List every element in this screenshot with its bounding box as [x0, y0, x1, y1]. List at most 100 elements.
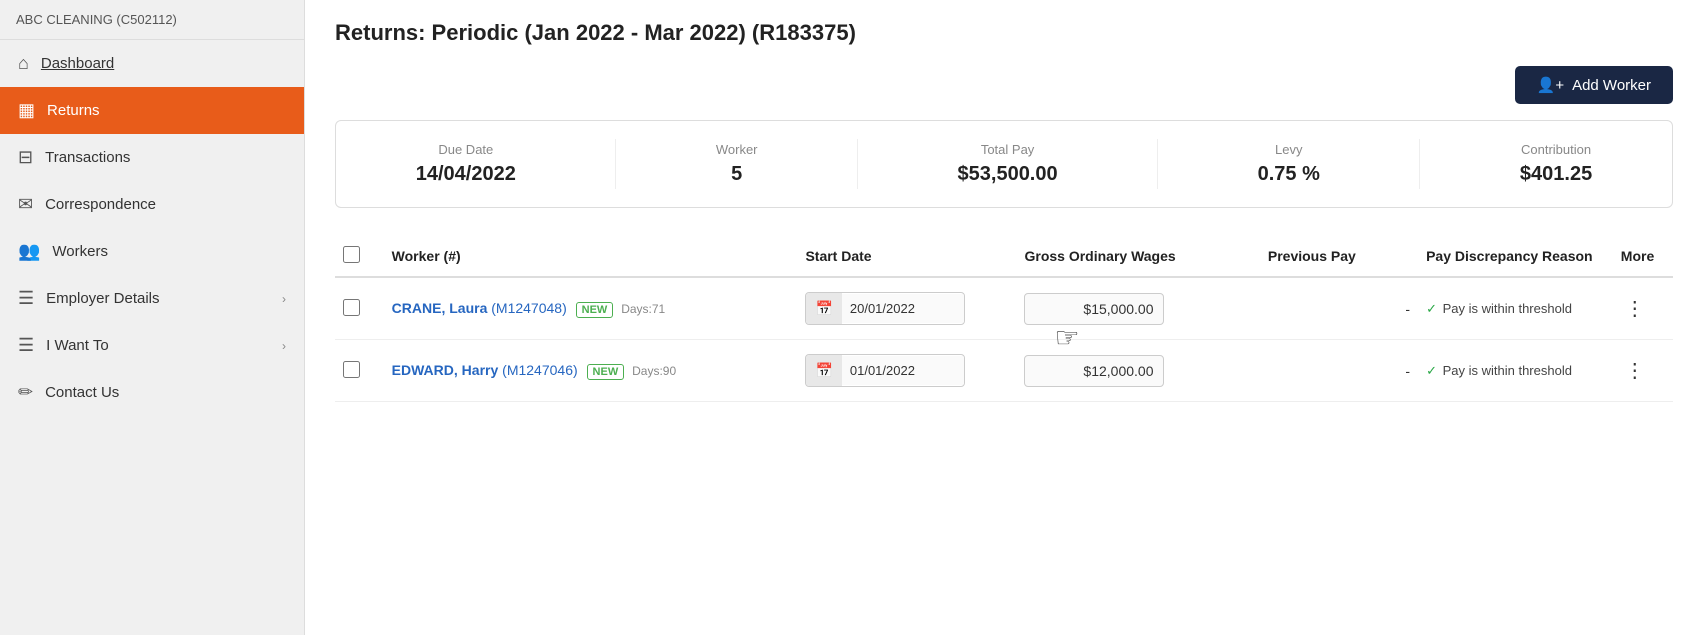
- returns-icon: ▦: [18, 100, 35, 121]
- checkmark-icon: ✓: [1426, 363, 1437, 378]
- total-pay-label: Total Pay: [958, 142, 1058, 157]
- th-prevpay: Previous Pay: [1260, 236, 1418, 277]
- sidebar-item-transactions[interactable]: ⊟ Transactions: [0, 134, 304, 181]
- page-title: Returns: Periodic (Jan 2022 - Mar 2022) …: [335, 20, 1673, 46]
- table-row: CRANE, Laura (M1247048) NEW Days:71 📅 20…: [335, 277, 1673, 340]
- summary-total-pay: Total Pay $53,500.00: [958, 142, 1058, 186]
- contact-us-icon: ✏: [18, 382, 33, 403]
- i-want-to-icon: ☰: [18, 335, 34, 356]
- summary-due-date: Due Date 14/04/2022: [416, 142, 516, 186]
- total-pay-value: $53,500.00: [958, 163, 1058, 186]
- th-more: More: [1613, 236, 1673, 277]
- add-worker-button[interactable]: 👤+ Add Worker: [1515, 66, 1673, 104]
- new-badge: NEW: [587, 364, 625, 380]
- sidebar: ABC CLEANING (C502112) ⌂ Dashboard ▦ Ret…: [0, 0, 305, 635]
- calendar-button[interactable]: 📅: [806, 355, 841, 386]
- days-label: Days:71: [621, 302, 665, 316]
- transactions-icon: ⊟: [18, 147, 33, 168]
- worker-label: Worker: [716, 142, 758, 157]
- sidebar-item-contact-us[interactable]: ✏ Contact Us: [0, 369, 304, 416]
- th-worker: Worker (#): [384, 236, 798, 277]
- discrepancy-text: Pay is within threshold: [1443, 301, 1572, 316]
- sidebar-item-employer-details[interactable]: ☰ Employer Details ›: [0, 275, 304, 322]
- sidebar-item-label: Contact Us: [45, 384, 286, 401]
- summary-divider-4: [1419, 139, 1420, 189]
- row-startdate-cell: 📅 20/01/2022: [797, 277, 1016, 340]
- sidebar-item-label: Employer Details: [46, 290, 270, 307]
- summary-divider-2: [857, 139, 858, 189]
- worker-value: 5: [716, 163, 758, 186]
- row-startdate-cell: 📅 01/01/2022: [797, 340, 1016, 402]
- select-all-checkbox[interactable]: [343, 246, 360, 263]
- worker-table: Worker (#) Start Date Gross Ordinary Wag…: [335, 236, 1673, 402]
- chevron-right-icon: ›: [282, 292, 286, 306]
- summary-card: Due Date 14/04/2022 Worker 5 Total Pay $…: [335, 120, 1673, 208]
- checkmark-icon: ✓: [1426, 301, 1437, 316]
- more-options-button[interactable]: ⋮: [1621, 292, 1649, 325]
- row-discrepancy-cell: ✓ Pay is within threshold: [1418, 340, 1613, 402]
- row-more-cell: ⋮: [1613, 277, 1673, 340]
- row-prevpay-cell: -: [1260, 340, 1418, 402]
- worker-id: (M1247048): [491, 300, 567, 316]
- date-value: 01/01/2022: [842, 356, 965, 385]
- row-worker-cell: EDWARD, Harry (M1247046) NEW Days:90: [384, 340, 798, 402]
- due-date-label: Due Date: [416, 142, 516, 157]
- contribution-value: $401.25: [1520, 163, 1592, 186]
- correspondence-icon: ✉: [18, 194, 33, 215]
- row-prevpay-cell: -: [1260, 277, 1418, 340]
- sidebar-item-workers[interactable]: 👥 Workers: [0, 228, 304, 275]
- due-date-value: 14/04/2022: [416, 163, 516, 186]
- row-wages-cell: [1016, 340, 1259, 402]
- more-options-button[interactable]: ⋮: [1621, 354, 1649, 387]
- worker-id: (M1247046): [502, 362, 578, 378]
- th-discrepancy: Pay Discrepancy Reason: [1418, 236, 1613, 277]
- row-checkbox[interactable]: [343, 299, 360, 316]
- row-checkbox-cell: [335, 277, 384, 340]
- summary-levy: Levy 0.75 %: [1258, 142, 1320, 186]
- new-badge: NEW: [576, 302, 614, 318]
- sidebar-item-returns[interactable]: ▦ Returns: [0, 87, 304, 134]
- date-input-group: 📅 01/01/2022: [805, 354, 965, 387]
- summary-divider-1: [615, 139, 616, 189]
- date-input-group: 📅 20/01/2022: [805, 292, 965, 325]
- row-worker-cell: CRANE, Laura (M1247048) NEW Days:71: [384, 277, 798, 340]
- pay-discrepancy: ✓ Pay is within threshold: [1426, 363, 1605, 379]
- summary-worker: Worker 5: [716, 142, 758, 186]
- pay-discrepancy: ✓ Pay is within threshold: [1426, 301, 1605, 317]
- worker-name[interactable]: EDWARD, Harry: [392, 362, 499, 378]
- add-worker-label: Add Worker: [1572, 77, 1651, 94]
- levy-label: Levy: [1258, 142, 1320, 157]
- sidebar-item-i-want-to[interactable]: ☰ I Want To ›: [0, 322, 304, 369]
- row-checkbox[interactable]: [343, 361, 360, 378]
- company-name: ABC CLEANING (C502112): [0, 0, 304, 40]
- date-value: 20/01/2022: [842, 294, 965, 323]
- row-checkbox-cell: [335, 340, 384, 402]
- row-more-cell: ⋮: [1613, 340, 1673, 402]
- sidebar-item-correspondence[interactable]: ✉ Correspondence: [0, 181, 304, 228]
- prev-pay-value: -: [1405, 301, 1410, 317]
- wages-input[interactable]: [1024, 293, 1164, 325]
- summary-divider-3: [1157, 139, 1158, 189]
- chevron-right-icon: ›: [282, 339, 286, 353]
- row-discrepancy-cell: ✓ Pay is within threshold: [1418, 277, 1613, 340]
- prev-pay-value: -: [1405, 363, 1410, 379]
- th-startdate: Start Date: [797, 236, 1016, 277]
- workers-icon: 👥: [18, 241, 40, 262]
- home-icon: ⌂: [18, 53, 29, 74]
- sidebar-item-label: Correspondence: [45, 196, 286, 213]
- sidebar-item-dashboard[interactable]: ⌂ Dashboard: [0, 40, 304, 87]
- sidebar-item-label: Returns: [47, 102, 286, 119]
- summary-contribution: Contribution $401.25: [1520, 142, 1592, 186]
- discrepancy-text: Pay is within threshold: [1443, 363, 1572, 378]
- worker-name[interactable]: CRANE, Laura: [392, 300, 488, 316]
- main-content: Returns: Periodic (Jan 2022 - Mar 2022) …: [305, 0, 1703, 635]
- row-wages-cell: ☞: [1016, 277, 1259, 340]
- calendar-button[interactable]: 📅: [806, 293, 841, 324]
- days-label: Days:90: [632, 364, 676, 378]
- add-worker-icon: 👤+: [1537, 76, 1564, 94]
- wages-input[interactable]: [1024, 355, 1164, 387]
- sidebar-item-label: I Want To: [46, 337, 270, 354]
- employer-details-icon: ☰: [18, 288, 34, 309]
- top-action-bar: 👤+ Add Worker: [335, 66, 1673, 104]
- contribution-label: Contribution: [1520, 142, 1592, 157]
